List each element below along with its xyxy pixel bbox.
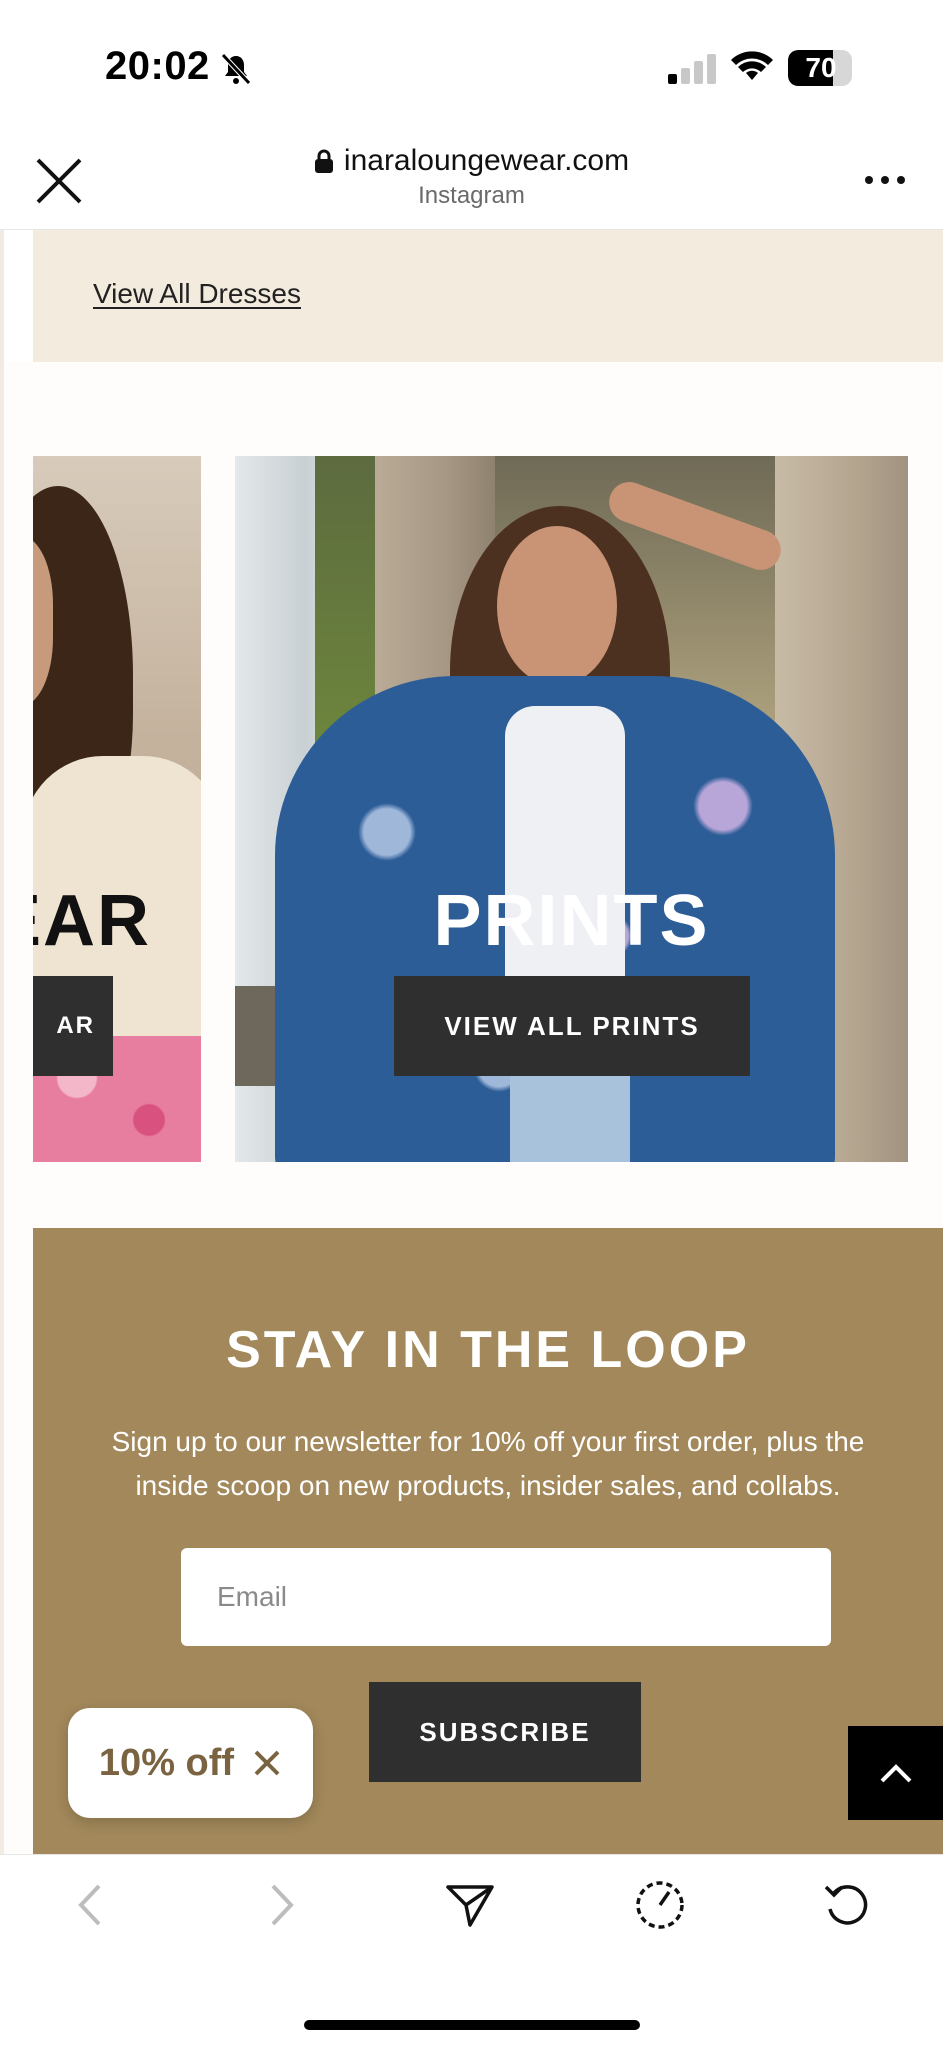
wifi-icon [731,51,773,80]
view-all-dresses-link[interactable]: View All Dresses [93,278,301,310]
discount-label: 10% off [98,1741,235,1784]
cellular-signal-icon [668,54,716,84]
forward-button[interactable] [252,1875,312,1935]
web-page: View All Dresses EAR AR PRINTS VIEW ALL … [0,230,943,1854]
chevron-up-icon [880,1764,911,1783]
reload-button[interactable] [818,1875,878,1935]
left-rail [0,230,33,1854]
reload-icon [824,1885,868,1925]
more-icon[interactable] [860,168,910,192]
battery-icon: 70 [788,50,852,86]
speed-button[interactable] [630,1875,690,1935]
email-field[interactable] [181,1548,831,1646]
lock-icon [314,149,333,173]
category-title: EAR [33,881,152,961]
bell-slash-icon [221,53,251,85]
discount-popup[interactable]: 10% off [68,1708,313,1818]
rail-line [0,230,4,1854]
back-button[interactable] [60,1875,120,1935]
url-bar[interactable]: inaraloungewear.com Instagram [0,144,943,210]
category-title: PRINTS [433,881,710,961]
dresses-strip: View All Dresses [33,230,943,362]
status-time: 20:02 [105,44,210,88]
browser-header: inaraloungewear.com Instagram [0,130,943,230]
newsletter-title: STAY IN THE LOOP [226,1321,750,1379]
newsletter-description: Sign up to our newsletter for 10% off yo… [111,1426,865,1501]
speed-icon [636,1881,684,1929]
forward-icon [271,1884,294,1926]
share-button[interactable] [440,1875,500,1935]
battery-level: 70 [805,52,837,83]
url-text: inaraloungewear.com [343,144,630,177]
back-icon [78,1884,101,1926]
view-all-prints-button[interactable]: VIEW ALL PRINTS [394,976,750,1076]
view-all-loungewear-button[interactable]: AR [33,976,113,1076]
subscribe-button[interactable]: SUBSCRIBE [369,1682,641,1782]
share-icon [446,1885,494,1927]
category-card-prints[interactable]: PRINTS VIEW ALL PRINTS [235,456,908,1162]
browser-toolbar [0,1854,943,2048]
url-source: Instagram [418,182,525,209]
status-bar: 20:02 70 [0,0,943,130]
model-face [497,526,617,686]
category-card-loungewear[interactable]: EAR AR [33,456,201,1162]
rail-top [0,230,33,362]
home-indicator [304,2020,640,2030]
scroll-to-top-button[interactable] [848,1726,943,1820]
close-icon[interactable] [252,1748,282,1778]
